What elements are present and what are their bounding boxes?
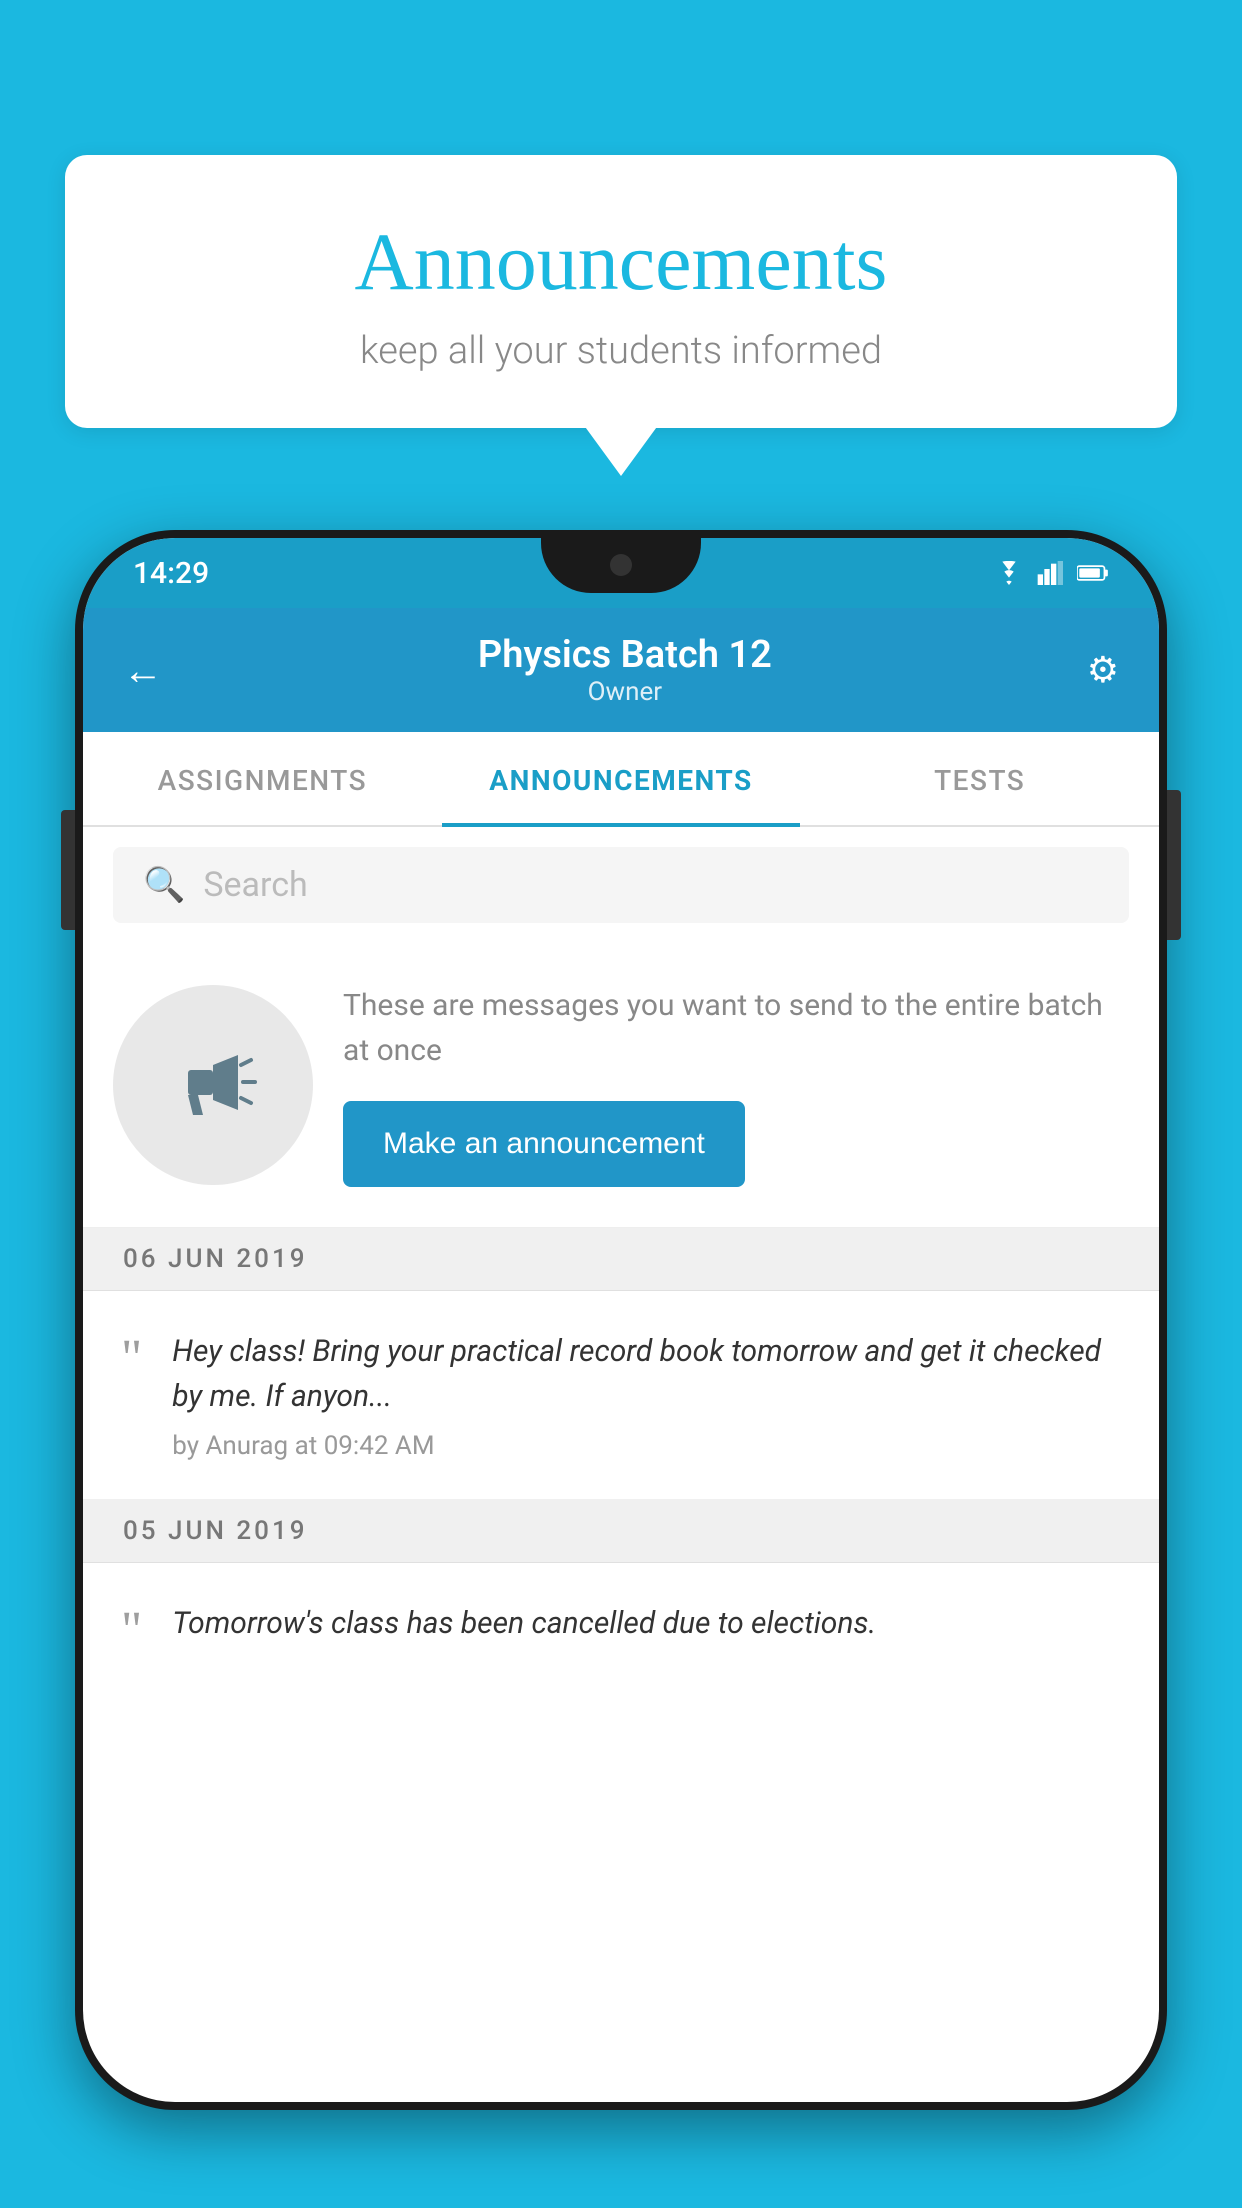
notch xyxy=(541,538,701,593)
tab-tests[interactable]: TESTS xyxy=(800,732,1159,825)
make-announcement-button[interactable]: Make an announcement xyxy=(343,1101,745,1187)
promo-content: These are messages you want to send to t… xyxy=(343,983,1129,1187)
announcement-message-1: Hey class! Bring your practical record b… xyxy=(172,1329,1121,1419)
promo-section: These are messages you want to send to t… xyxy=(83,943,1159,1228)
owner-subtitle: Owner xyxy=(478,677,772,707)
search-container: 🔍 Search xyxy=(83,827,1159,943)
quote-icon-2: " xyxy=(121,1601,142,1657)
batch-title: Physics Batch 12 xyxy=(478,633,772,677)
quote-icon-1: " xyxy=(121,1329,142,1385)
battery-icon xyxy=(1077,563,1109,583)
announcement-item-1: " Hey class! Bring your practical record… xyxy=(83,1291,1159,1500)
announcement-content-1: Hey class! Bring your practical record b… xyxy=(172,1329,1121,1461)
header-title-block: Physics Batch 12 Owner xyxy=(478,633,772,707)
speech-bubble-subtitle: keep all your students informed xyxy=(145,329,1097,373)
announcement-message-2: Tomorrow's class has been cancelled due … xyxy=(172,1601,1121,1646)
status-icons xyxy=(993,561,1109,585)
app-header: ← Physics Batch 12 Owner ⚙ xyxy=(83,608,1159,732)
speech-bubble-title: Announcements xyxy=(145,215,1097,309)
tabs-bar: ASSIGNMENTS ANNOUNCEMENTS TESTS xyxy=(83,732,1159,827)
status-time: 14:29 xyxy=(133,556,209,591)
date-separator-june5: 05 JUN 2019 xyxy=(83,1500,1159,1563)
tab-assignments[interactable]: ASSIGNMENTS xyxy=(83,732,442,825)
settings-icon[interactable]: ⚙ xyxy=(1087,649,1119,691)
search-icon: 🔍 xyxy=(143,865,185,905)
search-placeholder: Search xyxy=(203,865,307,905)
megaphone-icon xyxy=(163,1035,263,1135)
phone-frame: 14:29 xyxy=(75,530,1167,2110)
announcement-item-2: " Tomorrow's class has been cancelled du… xyxy=(83,1563,1159,1696)
back-button[interactable]: ← xyxy=(123,647,163,694)
announcement-meta-1: by Anurag at 09:42 AM xyxy=(172,1431,1121,1461)
announcement-content-2: Tomorrow's class has been cancelled due … xyxy=(172,1601,1121,1658)
speech-bubble: Announcements keep all your students inf… xyxy=(65,155,1177,428)
phone-inner: 14:29 xyxy=(83,538,1159,2102)
search-bar[interactable]: 🔍 Search xyxy=(113,847,1129,923)
signal-icon xyxy=(1037,561,1065,585)
wifi-icon xyxy=(993,561,1025,585)
phone-wrapper: 14:29 xyxy=(75,530,1167,2208)
announcement-icon-circle xyxy=(113,985,313,1185)
tab-announcements[interactable]: ANNOUNCEMENTS xyxy=(442,732,801,825)
speech-bubble-container: Announcements keep all your students inf… xyxy=(65,155,1177,428)
date-separator-june6: 06 JUN 2019 xyxy=(83,1228,1159,1291)
status-bar: 14:29 xyxy=(83,538,1159,608)
camera-dot xyxy=(610,554,632,576)
promo-text: These are messages you want to send to t… xyxy=(343,983,1129,1073)
